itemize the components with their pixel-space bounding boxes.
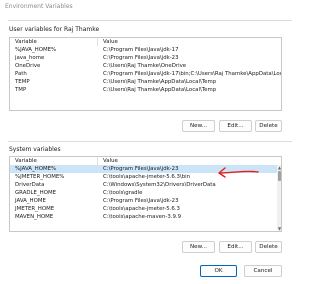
system-list-scrollbar[interactable]: ▲ ▼ (277, 165, 281, 231)
system-group-divider (8, 141, 292, 142)
system-header-variable[interactable]: Variable (10, 157, 98, 165)
scroll-thumb[interactable] (278, 171, 281, 181)
user-row-temp[interactable]: TEMP C:\Users\Raj Thamke\AppData\Local\T… (10, 78, 281, 86)
user-row-onedrive[interactable]: OneDrive C:\Users\Raj Thamke\OneDrive (10, 62, 281, 70)
user-row-variable: TMP (15, 87, 27, 93)
system-row-value: C:\Program Files\Java\jdk-23 (103, 198, 179, 204)
user-row-variable: TEMP (15, 79, 30, 85)
user-row-variable: Path (15, 71, 27, 77)
system-row-value: C:\tools\apache-jmeter-5.6.3 (103, 206, 180, 212)
user-row-java-home[interactable]: java_home C:\Program Files\Java\jdk-23 (10, 54, 281, 62)
user-row-value: C:\Users\Raj Thamke\AppData\Local\Temp (103, 79, 217, 85)
user-variables-list[interactable]: Variable Value %JAVA_HOME% C:\Program Fi… (9, 37, 282, 111)
user-group-divider (8, 20, 292, 21)
user-row-variable: %JAVA_HOME% (15, 47, 57, 53)
title-bar: Environment Variables (0, 0, 300, 13)
system-new-button[interactable]: New... (182, 241, 215, 253)
system-row-variable: %JMETER_HOME% (15, 174, 65, 180)
user-row-path[interactable]: Path C:\Program Files\Java\jdk-17\bin;C:… (10, 70, 281, 78)
system-row-driverdata[interactable]: DriverData C:\Windows\System32\Drivers\D… (10, 181, 281, 189)
user-row-java-home-pct[interactable]: %JAVA_HOME% C:\Program Files\Java\jdk-17 (10, 46, 281, 54)
system-edit-button[interactable]: Edit... (219, 241, 252, 253)
system-variables-label: System variables (9, 146, 61, 153)
system-row-variable: JMETER_HOME (15, 206, 55, 212)
ok-button[interactable]: OK (200, 265, 237, 277)
system-row-gradle-home[interactable]: GRADLE_HOME C:\tools\gradle (10, 189, 281, 197)
system-row-variable: JAVA_HOME (15, 198, 46, 204)
scroll-up-icon[interactable]: ▲ (277, 165, 281, 170)
user-row-tmp[interactable]: TMP C:\Users\Raj Thamke\AppData\Local\Te… (10, 86, 281, 94)
user-row-value: C:\Program Files\Java\jdk-17\bin;C:\User… (103, 71, 281, 77)
user-row-value: C:\Users\Raj Thamke\OneDrive (103, 63, 187, 69)
user-new-button[interactable]: New... (182, 120, 215, 132)
user-row-value: C:\Program Files\Java\jdk-17 (103, 47, 179, 53)
user-list-header: Variable Value (10, 38, 281, 46)
user-row-value: C:\Users\Raj Thamke\AppData\Local\Temp (103, 87, 217, 93)
user-header-value[interactable]: Value (98, 38, 281, 46)
cancel-button[interactable]: Cancel (244, 265, 282, 277)
system-row-variable: GRADLE_HOME (15, 190, 57, 196)
scroll-down-icon[interactable]: ▼ (277, 226, 281, 231)
system-row-variable: DriverData (15, 182, 45, 188)
system-row-variable: %JAVA_HOME% (15, 166, 57, 172)
annotation-arrow-icon (218, 167, 259, 178)
system-row-variable: MAVEN_HOME (15, 214, 54, 220)
system-row-value: C:\tools\apache-maven-3.9.9 (103, 214, 182, 220)
window-title: Environment Variables (5, 3, 73, 10)
system-row-jmeter-home[interactable]: JMETER_HOME C:\tools\apache-jmeter-5.6.3 (10, 205, 281, 213)
user-edit-button[interactable]: Edit... (219, 120, 252, 132)
user-variables-label: User variables for Raj Thamke (9, 26, 100, 33)
system-delete-button[interactable]: Delete (255, 241, 282, 253)
user-delete-button[interactable]: Delete (255, 120, 282, 132)
system-row-java-home[interactable]: JAVA_HOME C:\Program Files\Java\jdk-23 (10, 197, 281, 205)
system-row-value: C:\Windows\System32\Drivers\DriverData (103, 182, 216, 188)
system-row-value: C:\tools\gradle (103, 190, 143, 196)
user-row-variable: java_home (15, 55, 45, 61)
user-row-value: C:\Program Files\Java\jdk-23 (103, 55, 179, 61)
user-row-variable: OneDrive (15, 63, 41, 69)
user-header-variable[interactable]: Variable (10, 38, 98, 46)
system-row-maven-home[interactable]: MAVEN_HOME C:\tools\apache-maven-3.9.9 (10, 213, 281, 221)
